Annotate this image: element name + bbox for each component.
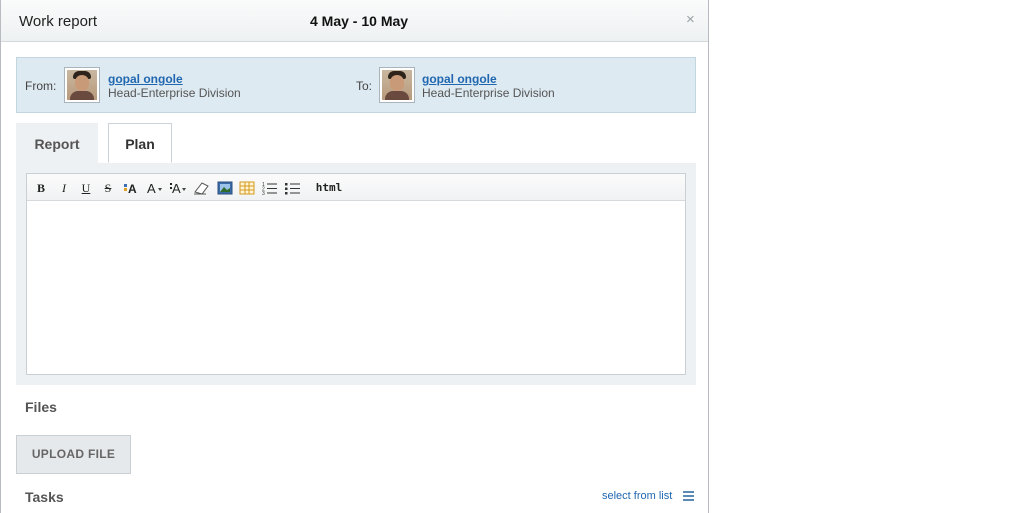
- work-report-dialog: Work report 4 May - 10 May × From: gopal…: [0, 0, 709, 513]
- bold-icon[interactable]: B: [35, 180, 47, 196]
- rich-text-editor: B I U S A A A 1 2 3 html: [26, 173, 686, 375]
- avatar-image: [67, 70, 97, 100]
- from-to-panel: From: gopal ongole Head-Enterprise Divis…: [16, 57, 696, 113]
- unordered-list-icon[interactable]: [285, 180, 301, 196]
- dialog-title: Work report: [19, 13, 98, 30]
- italic-icon[interactable]: I: [58, 180, 70, 196]
- from-name-link[interactable]: gopal ongole: [108, 72, 183, 86]
- ordered-list-icon[interactable]: 1 2 3: [262, 180, 278, 197]
- table-icon[interactable]: [239, 180, 255, 196]
- html-source-icon[interactable]: html: [315, 180, 343, 196]
- editor-toolbar: B I U S A A A 1 2 3 html: [27, 174, 685, 201]
- svg-text:3: 3: [262, 191, 265, 196]
- eraser-icon[interactable]: [192, 180, 210, 196]
- to-role: Head-Enterprise Division: [422, 86, 555, 100]
- svg-text:A: A: [147, 181, 156, 196]
- strikethrough-icon[interactable]: S: [102, 180, 114, 196]
- editor-panel: B I U S A A A 1 2 3 html: [16, 163, 696, 385]
- to-avatar[interactable]: [379, 67, 415, 103]
- to-label: To:: [356, 79, 373, 93]
- tasks-heading: Tasks: [25, 489, 64, 505]
- editor-text-area[interactable]: [27, 202, 685, 374]
- tab-plan[interactable]: Plan: [108, 123, 172, 163]
- select-from-list-link[interactable]: select from list: [602, 490, 672, 502]
- font-size-icon[interactable]: A: [146, 180, 164, 196]
- font-color-icon[interactable]: A: [169, 180, 187, 196]
- from-avatar[interactable]: [64, 67, 100, 103]
- from-label: From:: [25, 79, 57, 93]
- avatar-image: [382, 70, 412, 100]
- tab-report[interactable]: Report: [16, 123, 98, 163]
- image-icon[interactable]: [217, 180, 233, 196]
- close-icon[interactable]: ×: [686, 12, 695, 28]
- files-heading: Files: [25, 399, 57, 415]
- report-period: 4 May - 10 May: [310, 13, 409, 29]
- from-role: Head-Enterprise Division: [108, 86, 241, 100]
- svg-text:A: A: [128, 182, 137, 196]
- to-name-link[interactable]: gopal ongole: [422, 72, 497, 86]
- list-menu-icon[interactable]: [683, 491, 694, 501]
- dialog-header: Work report 4 May - 10 May ×: [1, 0, 708, 42]
- font-family-icon[interactable]: A: [123, 180, 141, 196]
- upload-file-button[interactable]: UPLOAD FILE: [16, 435, 131, 474]
- svg-text:A: A: [172, 181, 181, 196]
- underline-icon[interactable]: U: [80, 180, 92, 196]
